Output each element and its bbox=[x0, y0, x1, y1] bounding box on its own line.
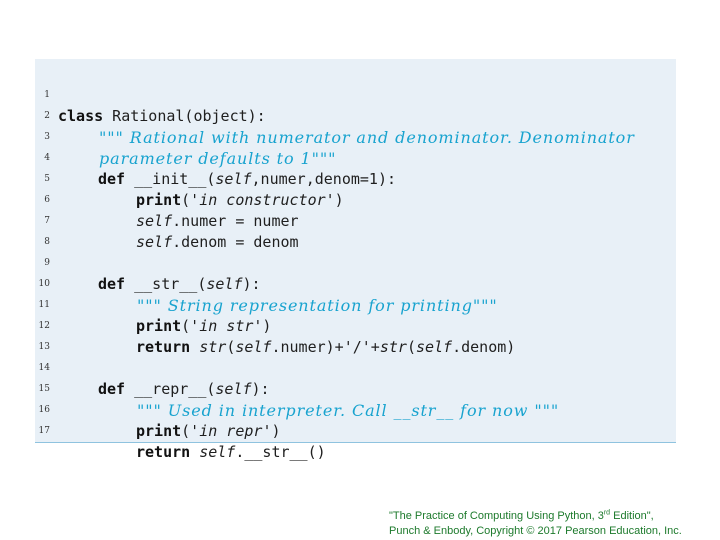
self-param: self bbox=[206, 275, 243, 293]
code-line: 12 return str(self.numer)+'/'+str(self.d… bbox=[35, 295, 516, 356]
keyword: return bbox=[136, 443, 191, 461]
self-param: self bbox=[415, 338, 453, 356]
code-line: 11 print('in str') bbox=[35, 274, 272, 335]
code-text: ') bbox=[325, 191, 344, 209]
builtin-str: str bbox=[199, 338, 227, 356]
code-text: Rational(object): bbox=[103, 107, 266, 125]
code-line: 3 parameter defaults to 1""" bbox=[35, 106, 335, 168]
code-line: 13 bbox=[35, 316, 71, 352]
self-param: self bbox=[199, 443, 236, 461]
credit-text: "The Practice of Computing Using Python,… bbox=[389, 510, 604, 522]
code-text: (' bbox=[181, 422, 200, 440]
code-line: 8 bbox=[35, 211, 71, 247]
code-line: 6 self.numer = numer bbox=[35, 169, 298, 230]
code-text: .__str__() bbox=[235, 443, 326, 461]
code-line: 16 print('in repr') bbox=[35, 379, 281, 440]
code-text: .numer = numer bbox=[172, 212, 299, 230]
docstring: """ Rational with numerator and denomina… bbox=[99, 128, 635, 147]
code-text: ): bbox=[251, 380, 270, 398]
code-line: 9 def __str__(self): bbox=[35, 232, 260, 293]
keyword: return bbox=[136, 338, 191, 356]
code-line: 1 class Rational(object): bbox=[35, 64, 265, 125]
code-text: (' bbox=[181, 191, 200, 209]
self-param: self bbox=[136, 233, 173, 251]
keyword: print bbox=[136, 422, 182, 440]
self-param: self bbox=[136, 212, 173, 230]
self-param: self bbox=[215, 170, 252, 188]
code-line: 7 self.denom = denom bbox=[35, 190, 298, 251]
keyword: def bbox=[98, 380, 126, 398]
code-panel: 1 class Rational(object): 2 """ Rational… bbox=[35, 59, 676, 461]
code-line: 15 """ Used in interpreter. Call __str__… bbox=[35, 358, 559, 420]
keyword: print bbox=[136, 317, 182, 335]
docstring: """ Used in interpreter. Call __str__ fo… bbox=[137, 401, 560, 420]
code-line: 10 """ String representation for printin… bbox=[35, 253, 497, 315]
code-text: ): bbox=[242, 275, 261, 293]
docstring: """ String representation for printing""… bbox=[137, 296, 498, 315]
code-text: __str__( bbox=[125, 275, 207, 293]
keyword: print bbox=[136, 191, 182, 209]
copyright-credit: "The Practice of Computing Using Python,… bbox=[389, 509, 654, 524]
self-param: self bbox=[215, 380, 252, 398]
code-line: 2 """ Rational with numerator and denomi… bbox=[35, 85, 634, 147]
string-literal: in repr bbox=[199, 422, 263, 440]
copyright-credit-line: Punch & Enbody, Copyright © 2017 Pearson… bbox=[389, 525, 682, 537]
code-text: .denom) bbox=[452, 338, 516, 356]
credit-text: Edition", bbox=[610, 510, 654, 522]
code-line: 17 return self.__str__() bbox=[35, 400, 326, 461]
code-text: .denom = denom bbox=[172, 233, 299, 251]
code-text: __init__( bbox=[125, 170, 216, 188]
string-literal: in str bbox=[199, 317, 254, 335]
keyword: def bbox=[98, 170, 126, 188]
keyword: def bbox=[98, 275, 126, 293]
code-text: ( bbox=[226, 338, 236, 356]
code-line: 5 print('in constructor') bbox=[35, 148, 343, 209]
self-param: self bbox=[235, 338, 272, 356]
code-line: 14 def __repr__(self): bbox=[35, 337, 270, 398]
code-text: .numer)+'/'+ bbox=[271, 338, 380, 356]
docstring: parameter defaults to 1""" bbox=[99, 149, 337, 168]
builtin-str: str bbox=[379, 338, 407, 356]
code-text: ( bbox=[406, 338, 416, 356]
string-literal: in constructor bbox=[199, 191, 326, 209]
line-number: 17 bbox=[38, 426, 50, 436]
code-text: (' bbox=[181, 317, 200, 335]
code-text: __repr__( bbox=[125, 380, 216, 398]
code-text: ,numer,denom=1): bbox=[251, 170, 397, 188]
code-text: ') bbox=[262, 422, 281, 440]
code-text: ') bbox=[253, 317, 272, 335]
code-line: 4 def __init__(self,numer,denom=1): bbox=[35, 127, 396, 188]
